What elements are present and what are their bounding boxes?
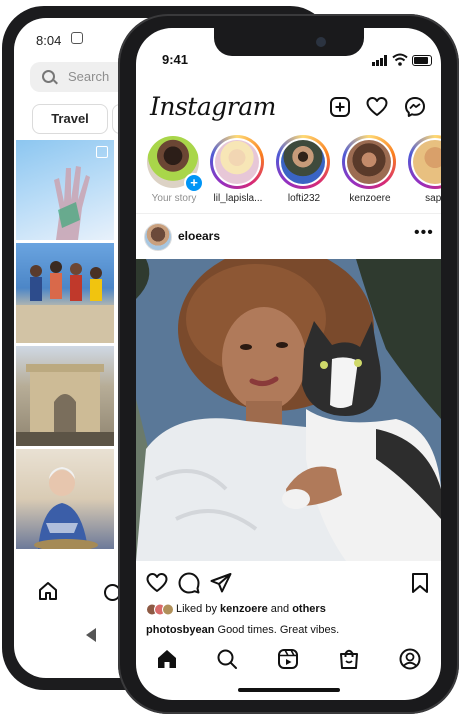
story-label: sapp (425, 193, 441, 204)
search-icon (42, 70, 55, 83)
post-author-avatar[interactable] (144, 223, 172, 251)
camera-icon (316, 37, 326, 47)
post-username[interactable]: eloears (178, 229, 220, 243)
caption-username[interactable]: photosbyean (146, 624, 214, 636)
story-label: lil_lapisla... (213, 193, 263, 204)
story-label: kenzoere (349, 193, 391, 204)
reels-tab-icon[interactable] (277, 648, 299, 670)
liked-by-user[interactable]: kenzoere (220, 603, 268, 615)
status-time: 9:41 (162, 52, 189, 67)
heart-icon[interactable] (366, 96, 388, 118)
bottom-tab-bar (136, 648, 441, 684)
friends-image (16, 261, 114, 343)
story-ring (210, 135, 264, 189)
story-avatar (281, 140, 325, 184)
arch-image (16, 364, 114, 446)
like-icon[interactable] (146, 572, 168, 594)
cellular-signal-icon (372, 55, 387, 66)
add-story-icon[interactable]: + (184, 173, 204, 193)
wifi-icon (392, 53, 408, 66)
story-kenzoere[interactable]: kenzoere (342, 135, 398, 204)
story-label: lofti232 (287, 193, 321, 204)
woman-with-cat-image (136, 259, 441, 561)
comment-icon[interactable] (178, 572, 200, 594)
likes-summary: Liked by kenzoere and others (176, 603, 326, 615)
story-avatar (347, 140, 391, 184)
front-phone: 9:41 Instagram + Your story lil_lapisla.… (118, 14, 459, 714)
shop-tab-icon[interactable] (338, 648, 360, 670)
back-status-time: 8:04 (36, 33, 62, 48)
explore-tile-friends[interactable] (16, 243, 114, 343)
home-tab-icon[interactable] (156, 648, 178, 670)
new-post-icon[interactable] (329, 96, 351, 118)
caption-text: Good times. Great vibes. (214, 624, 340, 636)
story-ring (276, 135, 330, 189)
post-image[interactable] (136, 259, 441, 561)
post-caption: photosbyean Good times. Great vibes. (146, 624, 339, 636)
multi-photo-icon (96, 146, 108, 158)
stories-divider (136, 213, 441, 214)
share-icon[interactable] (210, 572, 232, 594)
more-options-icon[interactable]: ••• (414, 224, 434, 242)
explore-tile-woman[interactable] (16, 449, 114, 549)
story-lil-lapisla[interactable]: lil_lapisla... (210, 135, 266, 204)
story-sapp[interactable]: sapp (408, 135, 441, 204)
search-placeholder: Search (68, 69, 110, 84)
explore-tile-arch[interactable] (16, 346, 114, 446)
instagram-notification-icon (71, 32, 83, 44)
notch (214, 28, 364, 56)
home-icon[interactable] (38, 581, 58, 601)
story-label: Your story (151, 193, 197, 204)
story-avatar (215, 140, 259, 184)
travel-chip[interactable]: Travel (32, 104, 108, 134)
liked-by-others[interactable]: others (292, 603, 326, 615)
story-ring (342, 135, 396, 189)
search-tab-icon[interactable] (216, 648, 238, 670)
save-icon[interactable] (410, 572, 430, 594)
instagram-logo: Instagram (150, 92, 276, 121)
home-indicator[interactable] (238, 688, 340, 692)
profile-tab-icon[interactable] (399, 648, 421, 670)
likes-and: and (267, 603, 293, 615)
story-ring: + (146, 135, 204, 193)
front-phone-screen: 9:41 Instagram + Your story lil_lapisla.… (136, 28, 441, 700)
story-ring (408, 135, 441, 189)
story-your-story[interactable]: + Your story (146, 135, 204, 204)
battery-icon (412, 55, 432, 66)
likes-prefix: Liked by (176, 603, 221, 615)
back-nav-icon[interactable] (86, 628, 96, 642)
woman-image (34, 467, 98, 549)
explore-tile-hand[interactable] (16, 140, 114, 240)
story-lofti232[interactable]: lofti232 (276, 135, 332, 204)
messenger-icon[interactable] (404, 96, 426, 118)
